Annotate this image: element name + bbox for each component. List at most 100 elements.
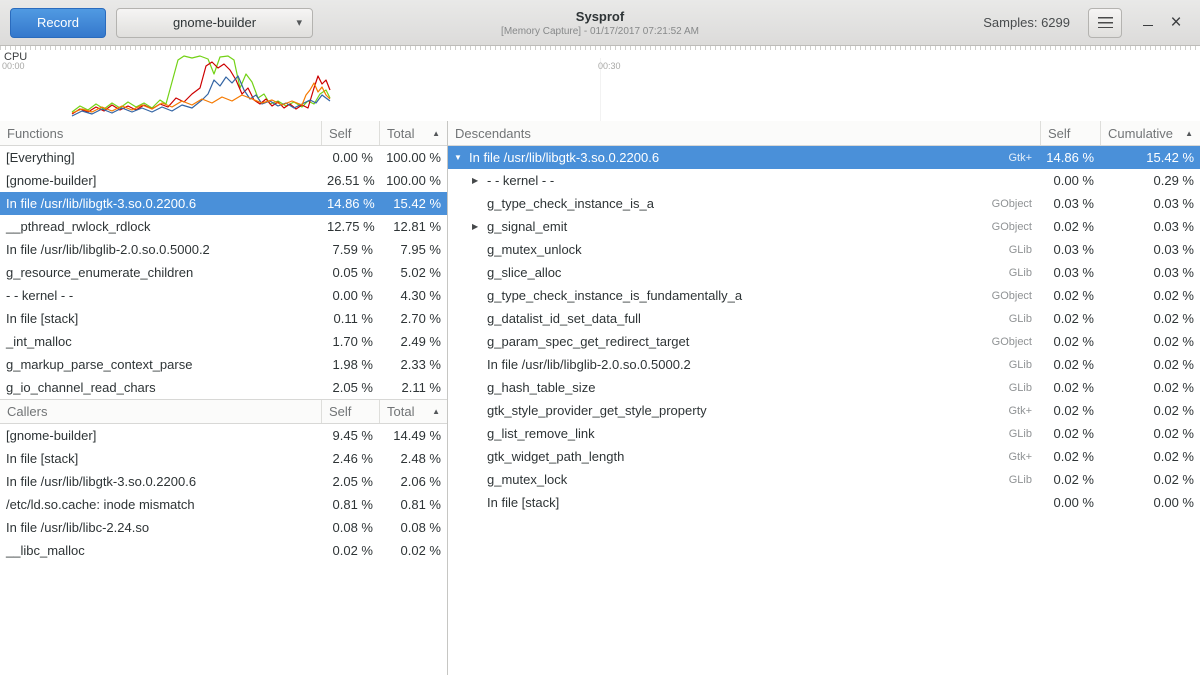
process-selector-dropdown[interactable]: gnome-builder ▾ (116, 8, 313, 38)
self-value-cell: 0.02 % (1040, 334, 1100, 349)
table-row[interactable]: [gnome-builder]9.45 %14.49 % (0, 424, 447, 447)
table-row[interactable]: _int_malloc1.70 %2.49 % (0, 330, 447, 353)
function-name: g_list_remove_link (487, 426, 595, 441)
process-selector-label: gnome-builder (173, 15, 256, 30)
self-value-cell: 0.00 % (1040, 495, 1100, 510)
library-tag: Gtk+ (1002, 152, 1040, 164)
total-value-cell: 0.02 % (379, 543, 447, 558)
functions-total-column-header[interactable]: Total ▲ (379, 121, 447, 145)
function-name-cell: In file /usr/lib/libc-2.24.so (0, 520, 321, 535)
functions-self-column-header[interactable]: Self (321, 121, 379, 145)
cpu-timeline[interactable]: CPU 00:00 00:30 (0, 46, 1200, 121)
function-name-cell: In file /usr/lib/libgtk-3.so.0.2200.6 (0, 474, 321, 489)
cumulative-value-cell: 0.00 % (1100, 495, 1200, 510)
function-name-cell: In file [stack] (0, 311, 321, 326)
expander-open-icon[interactable]: ▼ (454, 153, 469, 162)
self-value-cell: 26.51 % (321, 173, 379, 188)
descendants-column-header[interactable]: Descendants (448, 121, 1040, 145)
callers-table-header: Callers Self Total ▲ (0, 399, 447, 424)
title-block: Sysprof [Memory Capture] - 01/17/2017 07… (501, 9, 699, 37)
total-value-cell: 2.06 % (379, 474, 447, 489)
functions-column-header[interactable]: Functions (0, 121, 321, 145)
table-row[interactable]: In file /usr/lib/libc-2.24.so0.08 %0.08 … (0, 516, 447, 539)
table-row[interactable]: [gnome-builder]26.51 %100.00 % (0, 169, 447, 192)
table-row[interactable]: - - kernel - -0.00 %4.30 % (0, 284, 447, 307)
self-value-cell: 12.75 % (321, 219, 379, 234)
function-name: gtk_widget_path_length (487, 449, 624, 464)
function-name-cell: g_markup_parse_context_parse (0, 357, 321, 372)
function-name-cell: In file [stack] (0, 451, 321, 466)
tree-row[interactable]: g_hash_table_sizeGLib0.02 %0.02 % (448, 376, 1200, 399)
tree-row[interactable]: ▶g_signal_emitGObject0.02 %0.03 % (448, 215, 1200, 238)
table-row[interactable]: g_resource_enumerate_children0.05 %5.02 … (0, 261, 447, 284)
total-value-cell: 12.81 % (379, 219, 447, 234)
self-value-cell: 0.03 % (1040, 196, 1100, 211)
tree-row[interactable]: g_param_spec_get_redirect_targetGObject0… (448, 330, 1200, 353)
tree-row[interactable]: g_slice_allocGLib0.03 %0.03 % (448, 261, 1200, 284)
minimize-button[interactable] (1134, 9, 1162, 37)
tree-row[interactable]: In file /usr/lib/libglib-2.0.so.0.5000.2… (448, 353, 1200, 376)
expander-closed-icon[interactable]: ▶ (472, 222, 487, 231)
descendants-cumulative-label: Cumulative (1108, 126, 1173, 141)
total-value-cell: 2.70 % (379, 311, 447, 326)
tree-row[interactable]: gtk_style_provider_get_style_propertyGtk… (448, 399, 1200, 422)
record-button[interactable]: Record (10, 8, 106, 38)
tree-row[interactable]: g_type_check_instance_is_fundamentally_a… (448, 284, 1200, 307)
timeline-tick-mid: 00:30 (598, 61, 621, 71)
library-tag: Gtk+ (1002, 451, 1040, 463)
cpu-graph[interactable] (0, 46, 1200, 121)
descendants-self-column-header[interactable]: Self (1040, 121, 1100, 145)
expander-closed-icon[interactable]: ▶ (472, 176, 487, 185)
total-value-cell: 100.00 % (379, 173, 447, 188)
cumulative-value-cell: 0.02 % (1100, 357, 1200, 372)
self-value-cell: 14.86 % (321, 196, 379, 211)
tree-row[interactable]: gtk_widget_path_lengthGtk+0.02 %0.02 % (448, 445, 1200, 468)
table-row[interactable]: g_io_channel_read_chars2.05 %2.11 % (0, 376, 447, 399)
library-tag: GLib (1003, 474, 1040, 486)
tree-row[interactable]: g_type_check_instance_is_aGObject0.03 %0… (448, 192, 1200, 215)
function-name-cell: gtk_widget_path_length (448, 449, 1002, 464)
table-row[interactable]: __libc_malloc0.02 %0.02 % (0, 539, 447, 562)
tree-row[interactable]: g_mutex_lockGLib0.02 %0.02 % (448, 468, 1200, 491)
table-row[interactable]: In file /usr/lib/libgtk-3.so.0.2200.614.… (0, 192, 447, 215)
function-name: g_type_check_instance_is_fundamentally_a (487, 288, 742, 303)
tree-row[interactable]: ▼In file /usr/lib/libgtk-3.so.0.2200.6Gt… (448, 146, 1200, 169)
table-row[interactable]: In file [stack]0.11 %2.70 % (0, 307, 447, 330)
table-row[interactable]: /etc/ld.so.cache: inode mismatch0.81 %0.… (0, 493, 447, 516)
callers-total-column-header[interactable]: Total ▲ (379, 400, 447, 423)
tree-row[interactable]: g_list_remove_linkGLib0.02 %0.02 % (448, 422, 1200, 445)
table-row[interactable]: g_markup_parse_context_parse1.98 %2.33 % (0, 353, 447, 376)
tree-row[interactable]: ▶- - kernel - - 0.00 %0.29 % (448, 169, 1200, 192)
table-row[interactable]: In file /usr/lib/libgtk-3.so.0.2200.6 2.0… (0, 470, 447, 493)
function-name-cell: g_type_check_instance_is_fundamentally_a (448, 288, 986, 303)
function-name-cell: - - kernel - - (0, 288, 321, 303)
function-name: g_mutex_unlock (487, 242, 582, 257)
library-tag: GLib (1003, 313, 1040, 325)
cumulative-value-cell: 0.29 % (1100, 173, 1200, 188)
minimize-icon (1143, 25, 1153, 27)
cumulative-value-cell: 15.42 % (1100, 150, 1200, 165)
descendants-cumulative-column-header[interactable]: Cumulative ▲ (1100, 121, 1200, 145)
table-row[interactable]: In file [stack]2.46 %2.48 % (0, 447, 447, 470)
callers-self-column-header[interactable]: Self (321, 400, 379, 423)
tree-row[interactable]: g_datalist_id_set_data_fullGLib0.02 %0.0… (448, 307, 1200, 330)
table-row[interactable]: [Everything]0.00 %100.00 % (0, 146, 447, 169)
menu-button[interactable] (1088, 8, 1122, 38)
functions-table: [Everything]0.00 %100.00 %[gnome-builder… (0, 146, 447, 399)
total-value-cell: 5.02 % (379, 265, 447, 280)
table-row[interactable]: In file /usr/lib/libglib-2.0.so.0.5000.2… (0, 238, 447, 261)
close-button[interactable]: × (1162, 9, 1190, 37)
tree-row[interactable]: g_mutex_unlockGLib0.03 %0.03 % (448, 238, 1200, 261)
callers-column-header[interactable]: Callers (0, 400, 321, 423)
function-name: In file /usr/lib/libglib-2.0.so.0.5000.2 (487, 357, 691, 372)
tree-row[interactable]: In file [stack]0.00 %0.00 % (448, 491, 1200, 514)
function-name: - - kernel - - (487, 173, 554, 188)
right-pane: Descendants Self Cumulative ▲ ▼In file /… (448, 121, 1200, 675)
table-row[interactable]: __pthread_rwlock_rdlock12.75 %12.81 % (0, 215, 447, 238)
sort-arrow-icon: ▲ (428, 407, 440, 416)
self-value-cell: 0.00 % (1040, 173, 1100, 188)
function-name-cell: _int_malloc (0, 334, 321, 349)
self-value-cell: 14.86 % (1040, 150, 1100, 165)
function-name: g_slice_alloc (487, 265, 561, 280)
function-name: g_type_check_instance_is_a (487, 196, 654, 211)
